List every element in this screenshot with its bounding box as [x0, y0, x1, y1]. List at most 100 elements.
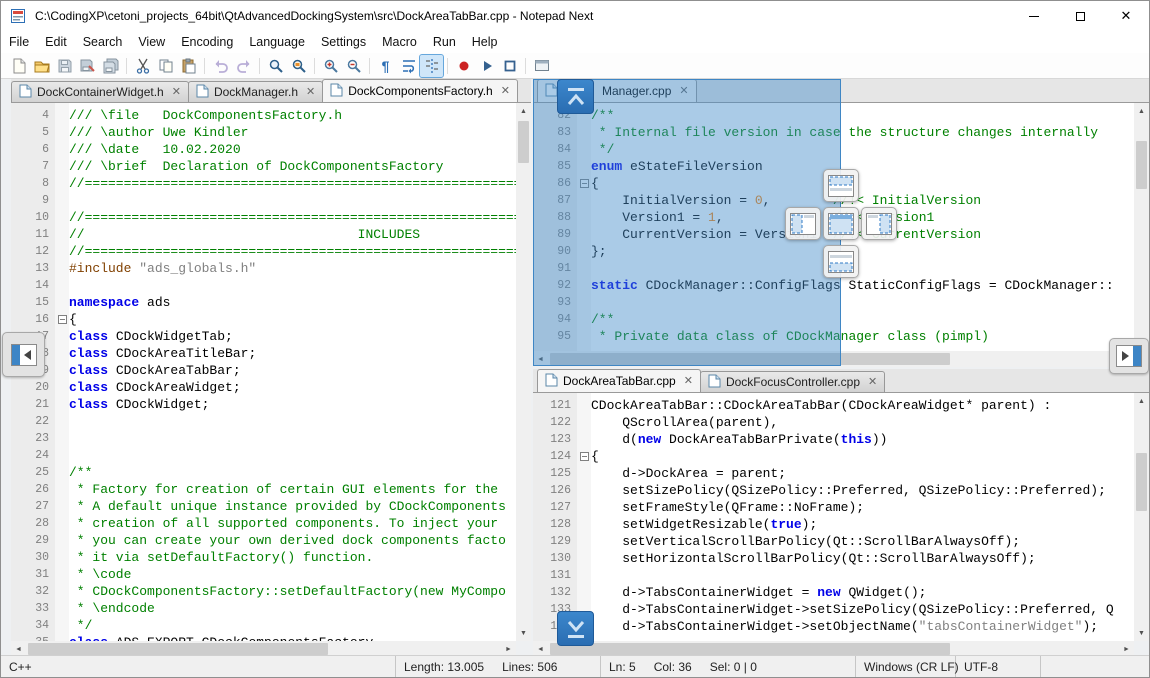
code-line[interactable]: 21class CDockWidget;: [11, 396, 516, 413]
scroll-up-icon[interactable]: ▲: [516, 103, 531, 119]
code-line[interactable]: 132 d->TabsContainerWidget = new QWidget…: [533, 584, 1134, 601]
menu-item-run[interactable]: Run: [425, 33, 464, 51]
zoom-in-button[interactable]: [319, 55, 342, 77]
code-line[interactable]: 31 * \code: [11, 566, 516, 583]
word-wrap-button[interactable]: [397, 55, 420, 77]
titlebar[interactable]: C:\CodingXP\cetoni_projects_64bit\QtAdva…: [1, 1, 1149, 31]
scroll-down-icon[interactable]: ▼: [1134, 625, 1149, 641]
tab-close-icon[interactable]: ✕: [306, 87, 315, 98]
code-line[interactable]: 10//====================================…: [11, 209, 516, 226]
code-line[interactable]: 128 setWidgetResizable(true);: [533, 516, 1134, 533]
code-line[interactable]: 22: [11, 413, 516, 430]
drop-indicator-left[interactable]: [785, 207, 821, 240]
tab-dockareatabbar-cpp[interactable]: DockAreaTabBar.cpp ✕: [537, 369, 701, 392]
code-line[interactable]: 130 setHorizontalScrollBarPolicy(Qt::Scr…: [533, 550, 1134, 567]
menu-item-settings[interactable]: Settings: [313, 33, 374, 51]
show-all-characters-button[interactable]: ¶: [374, 55, 397, 77]
window-list-button[interactable]: [530, 55, 553, 77]
close-button[interactable]: ✕: [1103, 1, 1149, 31]
code-line[interactable]: 122 QScrollArea(parent),: [533, 414, 1134, 431]
code-line[interactable]: 134 d->TabsContainerWidget->setObjectNam…: [533, 618, 1134, 635]
tab-dockcontainerwidget-h[interactable]: DockContainerWidget.h ✕: [11, 81, 189, 102]
autohide-right-indicator[interactable]: [1109, 338, 1149, 374]
scrollbar-thumb[interactable]: [1136, 141, 1147, 189]
drop-indicator-right[interactable]: [861, 207, 897, 240]
replace-button[interactable]: [287, 55, 310, 77]
code-line[interactable]: 23: [11, 430, 516, 447]
code-line[interactable]: 18class CDockAreaTitleBar;: [11, 345, 516, 362]
vertical-scrollbar[interactable]: ▲ ▼: [1134, 393, 1149, 641]
menu-item-encoding[interactable]: Encoding: [173, 33, 241, 51]
code-line[interactable]: 131: [533, 567, 1134, 584]
code-line[interactable]: 20class CDockAreaWidget;: [11, 379, 516, 396]
code-line[interactable]: 17class CDockWidgetTab;: [11, 328, 516, 345]
save-all-button[interactable]: [99, 55, 122, 77]
drop-indicator-bottom[interactable]: [823, 245, 859, 278]
drop-indicator-center[interactable]: [823, 207, 859, 240]
code-line[interactable]: 4/// \file DockComponentsFactory.h: [11, 107, 516, 124]
code-line[interactable]: 25/**: [11, 464, 516, 481]
code-line[interactable]: 129 setVerticalScrollBarPolicy(Qt::Scrol…: [533, 533, 1134, 550]
tab-close-icon[interactable]: ✕: [501, 86, 510, 97]
code-line[interactable]: 14: [11, 277, 516, 294]
code-line[interactable]: 35class ADS_EXPORT CDockComponentsFactor…: [11, 634, 516, 641]
code-line[interactable]: 123 d(new DockAreaTabBarPrivate(this)): [533, 431, 1134, 448]
menu-item-help[interactable]: Help: [464, 33, 506, 51]
macro-stop-button[interactable]: [498, 55, 521, 77]
code-line[interactable]: 124{: [533, 448, 1134, 465]
macro-record-button[interactable]: [452, 55, 475, 77]
code-line[interactable]: 29 * you can create your own derived doc…: [11, 532, 516, 549]
code-line[interactable]: 33 * \endcode: [11, 600, 516, 617]
scroll-up-icon[interactable]: ▲: [1134, 103, 1149, 119]
code-line[interactable]: 8//=====================================…: [11, 175, 516, 192]
code-line[interactable]: 26 * Factory for creation of certain GUI…: [11, 481, 516, 498]
drop-indicator-top[interactable]: [823, 169, 859, 202]
code-line[interactable]: 12//====================================…: [11, 243, 516, 260]
autohide-bottom-indicator[interactable]: [557, 611, 594, 646]
menu-item-search[interactable]: Search: [75, 33, 131, 51]
code-line[interactable]: 19class CDockAreaTabBar;: [11, 362, 516, 379]
status-language[interactable]: C++: [1, 656, 396, 677]
scroll-up-icon[interactable]: ▲: [1134, 393, 1149, 409]
tab-close-icon[interactable]: ✕: [172, 87, 181, 98]
status-encoding[interactable]: UTF-8: [956, 656, 1041, 677]
menu-item-language[interactable]: Language: [241, 33, 313, 51]
autohide-left-indicator[interactable]: [2, 332, 45, 377]
tab-dockcomponentsfactory-h[interactable]: DockComponentsFactory.h ✕: [322, 79, 518, 102]
undo-button[interactable]: [209, 55, 232, 77]
code-line[interactable]: 13#include "ads_globals.h": [11, 260, 516, 277]
code-line[interactable]: 133 d->TabsContainerWidget->setSizePolic…: [533, 601, 1134, 618]
code-line[interactable]: 121CDockAreaTabBar::CDockAreaTabBar(CDoc…: [533, 397, 1134, 414]
code-line[interactable]: 7/// \brief Declaration of DockComponent…: [11, 158, 516, 175]
macro-play-button[interactable]: [475, 55, 498, 77]
code-line[interactable]: 125 d->DockArea = parent;: [533, 465, 1134, 482]
code-line[interactable]: 9: [11, 192, 516, 209]
open-file-button[interactable]: [30, 55, 53, 77]
menu-item-file[interactable]: File: [1, 33, 37, 51]
save-copy-button[interactable]: [76, 55, 99, 77]
redo-button[interactable]: [232, 55, 255, 77]
cut-button[interactable]: [131, 55, 154, 77]
fold-collapse-icon[interactable]: [580, 452, 589, 461]
maximize-button[interactable]: [1057, 1, 1103, 31]
minimize-button[interactable]: [1011, 1, 1057, 31]
scrollbar-thumb[interactable]: [550, 643, 950, 655]
scroll-down-icon[interactable]: ▼: [516, 625, 531, 641]
code-line[interactable]: 15namespace ads: [11, 294, 516, 311]
menu-item-macro[interactable]: Macro: [374, 33, 425, 51]
code-editor-bottom-right[interactable]: 121CDockAreaTabBar::CDockAreaTabBar(CDoc…: [533, 393, 1134, 641]
code-line[interactable]: 24: [11, 447, 516, 464]
code-line[interactable]: 127 setFrameStyle(QFrame::NoFrame);: [533, 499, 1134, 516]
autohide-top-indicator[interactable]: [557, 79, 594, 114]
fold-collapse-icon[interactable]: [58, 315, 67, 324]
status-eol-format[interactable]: Windows (CR LF): [856, 656, 956, 677]
code-line[interactable]: 30 * it via setDefaultFactory() function…: [11, 549, 516, 566]
code-line[interactable]: 11// INCLUDES: [11, 226, 516, 243]
vertical-scrollbar[interactable]: ▲ ▼: [1134, 103, 1149, 351]
code-line[interactable]: 16{: [11, 311, 516, 328]
code-line[interactable]: 5/// \author Uwe Kindler: [11, 124, 516, 141]
scrollbar-thumb[interactable]: [1136, 453, 1147, 511]
new-file-button[interactable]: [7, 55, 30, 77]
tab-dockfocuscontroller-cpp[interactable]: DockFocusController.cpp ✕: [700, 371, 885, 392]
code-line[interactable]: 6/// \date 10.02.2020: [11, 141, 516, 158]
